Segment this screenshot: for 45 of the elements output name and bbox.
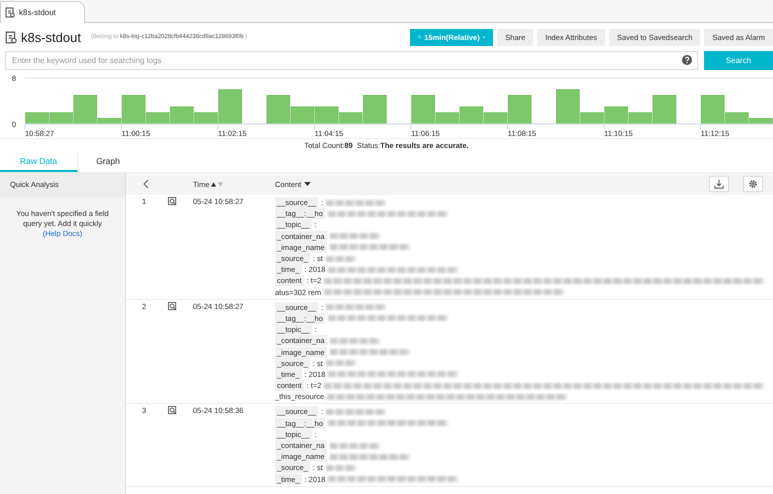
histogram-bar[interactable] (363, 95, 387, 124)
histogram-bar[interactable] (266, 95, 290, 124)
histogram-bar[interactable] (25, 112, 49, 124)
histogram-bar[interactable] (218, 89, 242, 124)
zoom-icon[interactable] (168, 302, 177, 311)
histogram-bar[interactable] (725, 112, 749, 124)
document-icon (5, 7, 15, 18)
download-button[interactable] (709, 176, 729, 192)
histogram-bar[interactable] (460, 106, 484, 124)
histogram-bar[interactable] (411, 95, 435, 124)
histogram-bar[interactable] (749, 118, 773, 124)
histogram-bar[interactable] (484, 112, 508, 124)
histogram-bar[interactable] (98, 118, 122, 124)
histogram-bar[interactable] (556, 89, 580, 124)
histogram-bar[interactable] (652, 95, 676, 124)
file-tab[interactable]: k8s-stdout (0, 1, 85, 23)
histogram-bar[interactable] (435, 112, 460, 124)
histogram-bar[interactable] (580, 112, 604, 124)
clock-icon (418, 33, 422, 41)
histogram-bar[interactable] (122, 95, 146, 124)
histogram-bar[interactable] (290, 106, 314, 124)
settings-icon (748, 179, 758, 189)
document-icon (5, 30, 17, 44)
zoom-icon[interactable] (168, 197, 177, 206)
view-tab[interactable]: Graph (78, 152, 138, 172)
histogram-bar[interactable] (170, 106, 194, 124)
histogram-bar[interactable] (700, 95, 724, 124)
help-icon[interactable] (682, 55, 692, 65)
search-field[interactable]: Enter the keyword used for searching logs (5, 51, 698, 70)
histogram-bar[interactable] (314, 106, 338, 124)
histogram-bar[interactable] (194, 112, 218, 124)
histogram-bar[interactable] (49, 112, 73, 124)
download-icon (714, 179, 724, 189)
histogram-bar[interactable] (74, 95, 98, 124)
sort-icon (211, 182, 224, 186)
histogram-bar[interactable] (146, 112, 170, 124)
settings-button[interactable] (743, 176, 763, 192)
histogram-bar[interactable] (508, 95, 532, 124)
histogram-bar[interactable] (604, 106, 628, 124)
zoom-icon[interactable] (168, 406, 177, 416)
histogram-bar[interactable] (628, 112, 652, 124)
caret-icon (304, 182, 312, 186)
collapse-icon[interactable] (143, 179, 149, 189)
logstore-title: k8s-stdout (21, 30, 81, 44)
histogram-bar[interactable] (338, 112, 363, 124)
